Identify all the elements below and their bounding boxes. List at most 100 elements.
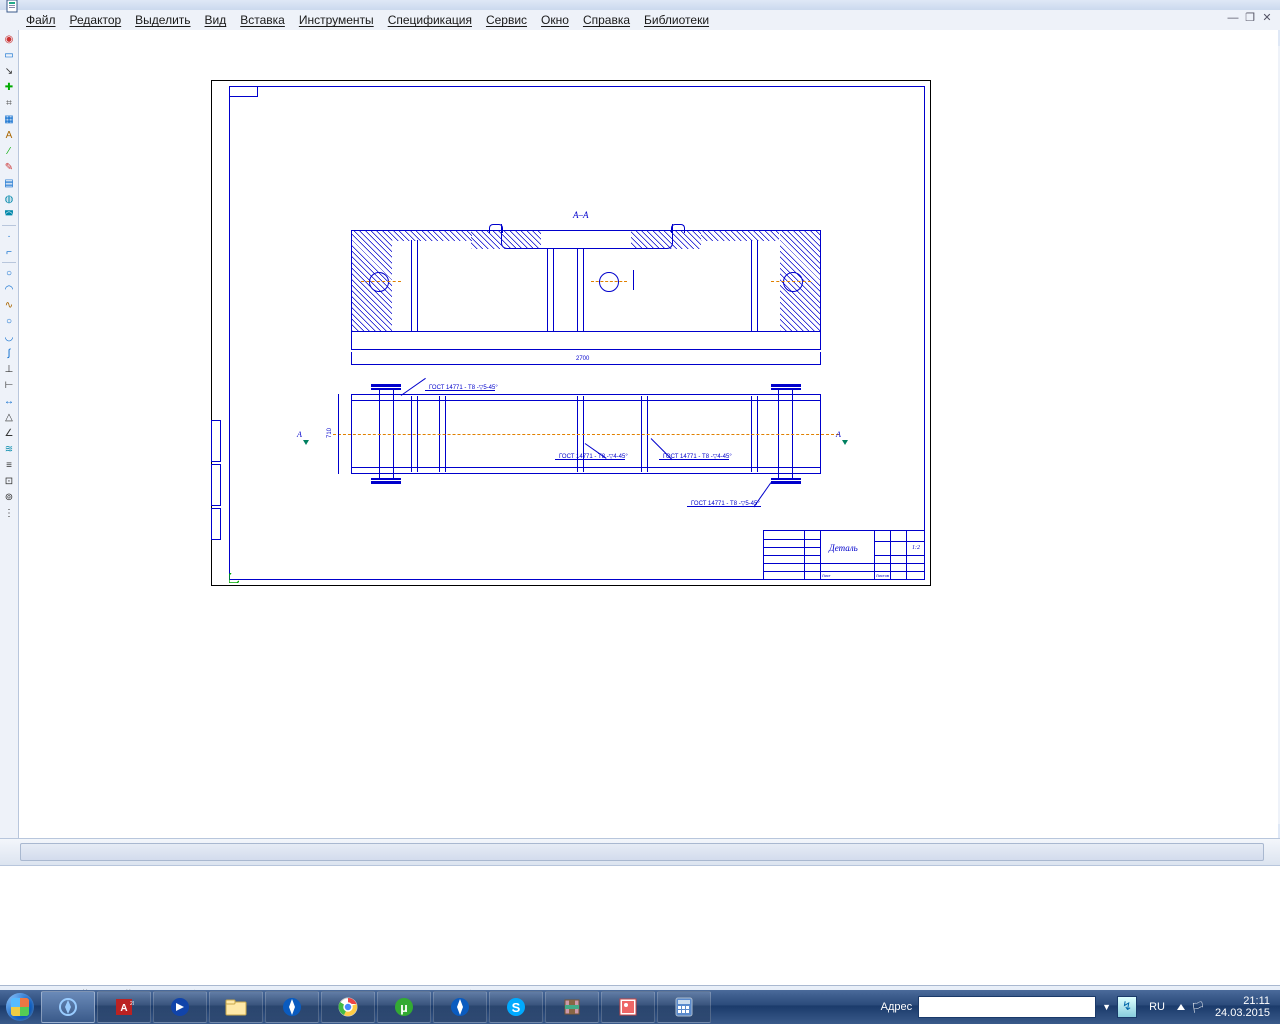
tool-btn-05[interactable]: ▦ <box>2 112 16 126</box>
view-plan <box>351 384 821 484</box>
tool-circle-icon[interactable]: ○ <box>2 266 16 280</box>
tool-btn-10[interactable]: ◍ <box>2 192 16 206</box>
clock-time: 21:11 <box>1215 995 1270 1007</box>
tool-ring-icon[interactable]: ⊚ <box>2 490 16 504</box>
tool-tri-icon[interactable]: △ <box>2 410 16 424</box>
tool-perp-icon[interactable]: ⊥ <box>2 362 16 376</box>
address-label: Адрес <box>881 1001 913 1013</box>
menu-insert[interactable]: Вставка <box>240 13 285 27</box>
title-bar <box>0 0 1280 10</box>
dimension-height: 710 <box>333 394 343 474</box>
windows-taskbar: A20 µ S Адрес ▼ ↯ RU 🏳 21:11 24.03.2015 <box>0 990 1280 1024</box>
system-tray[interactable]: 🏳 <box>1177 1001 1205 1014</box>
tool-tan-icon[interactable]: ⊢ <box>2 378 16 392</box>
taskbar-app-kompas3[interactable] <box>433 991 487 1023</box>
tool-btn-11[interactable]: ◚ <box>2 208 16 222</box>
taskbar-app-explorer[interactable] <box>209 991 263 1023</box>
menu-editor[interactable]: Редактор <box>70 13 122 27</box>
tool-btn-04[interactable]: ⌗ <box>2 96 16 110</box>
menu-libraries[interactable]: Библиотеки <box>644 13 709 27</box>
binding-strip <box>211 420 221 462</box>
binding-strip <box>211 464 221 506</box>
menu-service[interactable]: Сервис <box>486 13 527 27</box>
title-block-name: Деталь <box>829 543 858 553</box>
address-go-button[interactable]: ↯ <box>1117 996 1137 1018</box>
section-arrow-left-label: А <box>297 430 302 439</box>
language-indicator[interactable]: RU <box>1149 1001 1165 1013</box>
binding-strip <box>211 508 221 540</box>
menu-spec[interactable]: Спецификация <box>388 13 472 27</box>
menu-tools[interactable]: Инструменты <box>299 13 374 27</box>
tool-btn-01[interactable]: ▭ <box>2 48 16 62</box>
menu-window[interactable]: Окно <box>541 13 569 27</box>
svg-text:20: 20 <box>130 1001 134 1007</box>
taskbar-app-autocad[interactable]: A20 <box>97 991 151 1023</box>
property-bar <box>0 838 1280 866</box>
start-button[interactable] <box>0 990 40 1024</box>
menu-select[interactable]: Выделить <box>135 13 190 27</box>
taskbar-clock[interactable]: 21:11 24.03.2015 <box>1211 995 1274 1019</box>
tool-bezier-icon[interactable]: ∫ <box>2 346 16 360</box>
taskbar-app-thunderbird[interactable] <box>153 991 207 1023</box>
section-label: А–А <box>573 210 589 220</box>
tool-btn-06[interactable]: A <box>2 128 16 142</box>
menu-view[interactable]: Вид <box>205 13 227 27</box>
blank-area <box>0 866 1280 986</box>
tool-btn-08[interactable]: ✎ <box>2 160 16 174</box>
taskbar-address-toolbar: Адрес ▼ ↯ RU 🏳 21:11 24.03.2015 <box>881 995 1280 1019</box>
taskbar-app-skype[interactable]: S <box>489 991 543 1023</box>
section-arrow-right-icon <box>842 440 848 445</box>
tray-expand-icon[interactable] <box>1177 1004 1185 1010</box>
tray-flag-icon[interactable]: 🏳 <box>1191 1001 1205 1014</box>
taskbar-app-imageviewer[interactable] <box>601 991 655 1023</box>
svg-text:A: A <box>120 1003 127 1014</box>
tool-point-icon[interactable]: · <box>2 229 16 243</box>
tool-line-icon[interactable]: ⌐ <box>2 245 16 259</box>
taskbar-app-chrome[interactable] <box>321 991 375 1023</box>
tool-btn-07[interactable]: ⁄ <box>2 144 16 158</box>
taskbar-app-calculator[interactable] <box>657 991 711 1023</box>
app-doc-icon <box>6 0 20 13</box>
taskbar-app-winrar[interactable] <box>545 991 599 1023</box>
taskbar-app-kompas[interactable] <box>41 991 95 1023</box>
dimension-main: 2700 <box>351 358 821 370</box>
restore-button[interactable]: ❐ <box>1243 12 1257 24</box>
address-dropdown-icon[interactable]: ▼ <box>1102 1002 1111 1012</box>
drawing-sheet: А–А <box>211 80 931 586</box>
property-bar-inner[interactable] <box>20 843 1264 861</box>
menu-file[interactable]: Файл <box>26 13 56 27</box>
tool-ellipse-icon[interactable]: ○ <box>2 314 16 328</box>
tool-angle-icon[interactable]: ∠ <box>2 426 16 440</box>
section-arrow-right-label: А <box>836 430 841 439</box>
sheet-corner-mark <box>229 86 258 97</box>
tool-more-icon[interactable]: ⋮ <box>2 506 16 520</box>
drawing-canvas[interactable]: А–А <box>19 30 1278 840</box>
tool-btn-09[interactable]: ▤ <box>2 176 16 190</box>
tool-eq-icon[interactable]: ≡ <box>2 458 16 472</box>
window-controls: — ❐ ✕ <box>1226 12 1274 24</box>
address-input[interactable] <box>918 996 1096 1018</box>
close-button[interactable]: ✕ <box>1260 12 1274 24</box>
tool-spline-icon[interactable]: ∿ <box>2 298 16 312</box>
minimize-button[interactable]: — <box>1226 12 1240 24</box>
tool-btn-03[interactable]: ✚ <box>2 80 16 94</box>
menu-help[interactable]: Справка <box>583 13 630 27</box>
tool-btn-02[interactable]: ↘ <box>2 64 16 78</box>
title-block-scale: 1:2 <box>912 545 920 551</box>
left-toolbar: ◉ ▭ ↘ ✚ ⌗ ▦ A ⁄ ✎ ▤ ◍ ◚ · ⌐ ○ ◠ ∿ ○ ◡ ∫ … <box>0 30 19 844</box>
tool-wave-icon[interactable]: ≋ <box>2 442 16 456</box>
windows-logo-icon <box>6 993 34 1021</box>
taskbar-app-utorrent[interactable]: µ <box>377 991 431 1023</box>
tool-btn-00[interactable]: ◉ <box>2 32 16 46</box>
title-block: Деталь 1:2 Лист Листов <box>763 530 925 580</box>
svg-text:µ: µ <box>400 1000 408 1015</box>
tool-dim-icon[interactable]: ↔ <box>2 394 16 408</box>
tool-arc-icon[interactable]: ◠ <box>2 282 16 296</box>
section-arrow-left-icon <box>303 440 309 445</box>
menu-bar: Файл Редактор Выделить Вид Вставка Инстр… <box>0 10 1280 31</box>
toolbar-separator <box>2 262 16 263</box>
tool-arc2-icon[interactable]: ◡ <box>2 330 16 344</box>
clock-date: 24.03.2015 <box>1215 1007 1270 1019</box>
taskbar-app-kompas2[interactable] <box>265 991 319 1023</box>
tool-box-icon[interactable]: ⊡ <box>2 474 16 488</box>
